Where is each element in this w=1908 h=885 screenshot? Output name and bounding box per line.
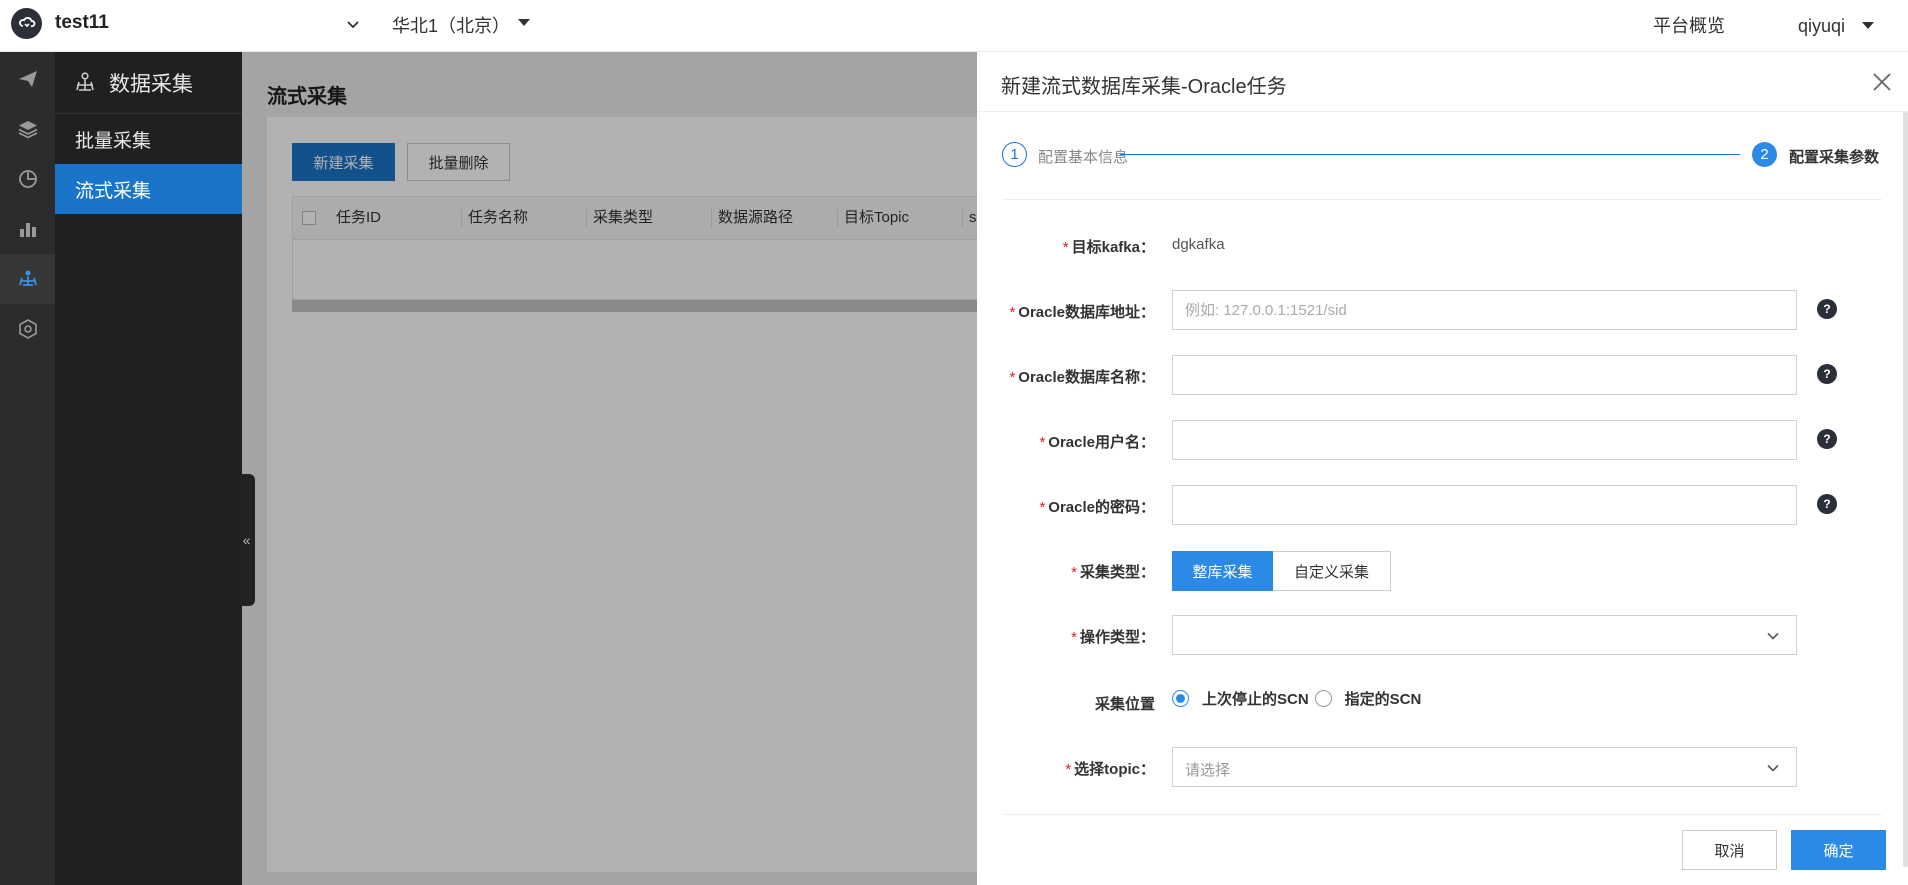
collect-type-label: * 采集类型： bbox=[1071, 564, 1155, 581]
target-kafka-label: * 目标kafka： bbox=[1062, 239, 1155, 256]
drawer-title: 新建流式数据库采集-Oracle任务 bbox=[1001, 76, 1287, 98]
data-collect-icon bbox=[76, 71, 94, 91]
custom-collect-button[interactable]: 自定义采集 bbox=[1273, 551, 1391, 591]
username-label: * Oracle用户名： bbox=[1039, 434, 1155, 451]
sidebar-collapse-handle[interactable]: « bbox=[238, 474, 255, 606]
divider bbox=[977, 111, 1908, 112]
collect-position-label: 采集位置 bbox=[1094, 696, 1155, 713]
help-icon[interactable]: ? bbox=[1817, 429, 1837, 449]
paper-plane-icon bbox=[18, 71, 37, 87]
region-selector[interactable]: 华北1（北京） bbox=[392, 12, 510, 38]
icon-rail bbox=[0, 52, 55, 885]
step-label: 配置采集参数 bbox=[1789, 149, 1880, 166]
step-label[interactable]: 配置基本信息 bbox=[1038, 146, 1128, 167]
help-icon[interactable]: ? bbox=[1817, 299, 1837, 319]
service-gear-icon bbox=[18, 319, 37, 339]
help-icon[interactable]: ? bbox=[1817, 494, 1837, 514]
password-label: * Oracle的密码： bbox=[1039, 499, 1155, 516]
radio-label[interactable]: 上次停止的SCN bbox=[1202, 688, 1309, 709]
pie-chart-icon bbox=[18, 170, 37, 188]
chevron-down-icon bbox=[1767, 764, 1779, 772]
caret-down-icon[interactable] bbox=[1862, 22, 1874, 29]
close-icon[interactable] bbox=[1870, 70, 1894, 94]
topic-select[interactable]: 请选择 bbox=[1172, 747, 1797, 787]
full-db-collect-button[interactable]: 整库采集 bbox=[1172, 551, 1273, 591]
sidebar-item-stream-collect[interactable]: 流式采集 bbox=[55, 164, 242, 214]
confirm-button[interactable]: 确定 bbox=[1791, 830, 1886, 870]
chevron-down-icon[interactable] bbox=[345, 16, 361, 32]
divider bbox=[1002, 199, 1882, 200]
caret-down-icon[interactable] bbox=[518, 19, 530, 26]
step-number: 2 bbox=[1752, 142, 1777, 167]
op-type-select[interactable] bbox=[1172, 615, 1797, 655]
chevron-down-icon bbox=[1767, 632, 1779, 640]
divider bbox=[1002, 814, 1882, 815]
layers-icon bbox=[18, 121, 37, 139]
target-kafka-value: dgkafka bbox=[1172, 236, 1225, 253]
platform-overview-link[interactable]: 平台概览 bbox=[1653, 12, 1725, 38]
rail-item-data-collect[interactable] bbox=[0, 254, 55, 304]
bar-chart-icon bbox=[19, 223, 36, 237]
radio-last-scn[interactable] bbox=[1172, 690, 1189, 707]
rail-item-service[interactable] bbox=[0, 304, 55, 354]
sidebar-header: 数据采集 bbox=[55, 52, 242, 114]
collect-type-toggle: 整库采集 自定义采集 bbox=[1172, 551, 1391, 591]
username-input[interactable] bbox=[1172, 420, 1797, 460]
db-address-input[interactable] bbox=[1172, 290, 1797, 330]
rail-item-reports[interactable] bbox=[0, 204, 55, 254]
cancel-button[interactable]: 取消 bbox=[1682, 830, 1777, 870]
vertical-scrollbar[interactable] bbox=[1903, 112, 1908, 867]
step-number[interactable]: 1 bbox=[1002, 142, 1027, 167]
collect-position-radio-group: 上次停止的SCN 指定的SCN bbox=[1172, 688, 1421, 709]
password-input[interactable] bbox=[1172, 485, 1797, 525]
logo-icon[interactable] bbox=[11, 8, 42, 39]
step-connector bbox=[1120, 154, 1740, 155]
db-name-input[interactable] bbox=[1172, 355, 1797, 395]
help-icon[interactable]: ? bbox=[1817, 364, 1837, 384]
topic-label: * 选择topic： bbox=[1065, 761, 1155, 778]
radio-label[interactable]: 指定的SCN bbox=[1345, 688, 1422, 709]
rail-item-layers[interactable] bbox=[0, 104, 55, 154]
radio-specified-scn[interactable] bbox=[1314, 690, 1332, 707]
sidebar-title: 数据采集 bbox=[109, 72, 193, 96]
rail-item-analysis[interactable] bbox=[0, 154, 55, 204]
project-name[interactable]: test11 bbox=[55, 12, 109, 34]
data-collect-icon bbox=[18, 270, 37, 286]
rail-item-deploy[interactable] bbox=[0, 54, 55, 104]
user-menu[interactable]: qiyuqi bbox=[1798, 16, 1845, 37]
db-address-label: * Oracle数据库地址： bbox=[1009, 304, 1155, 321]
steps-indicator: 1 配置基本信息 2 配置采集参数 bbox=[1002, 142, 1882, 170]
sidebar: 数据采集 批量采集 流式采集 bbox=[55, 52, 242, 885]
topic-placeholder: 请选择 bbox=[1185, 762, 1231, 779]
sidebar-item-batch-collect[interactable]: 批量采集 bbox=[55, 114, 242, 164]
top-bar: test11 华北1（北京） 平台概览 qiyuqi bbox=[0, 0, 1908, 52]
op-type-label: * 操作类型： bbox=[1071, 629, 1155, 646]
db-name-label: * Oracle数据库名称： bbox=[1009, 369, 1155, 386]
create-task-drawer: 新建流式数据库采集-Oracle任务 1 配置基本信息 2 配置采集参数 * 目标… bbox=[977, 52, 1908, 885]
